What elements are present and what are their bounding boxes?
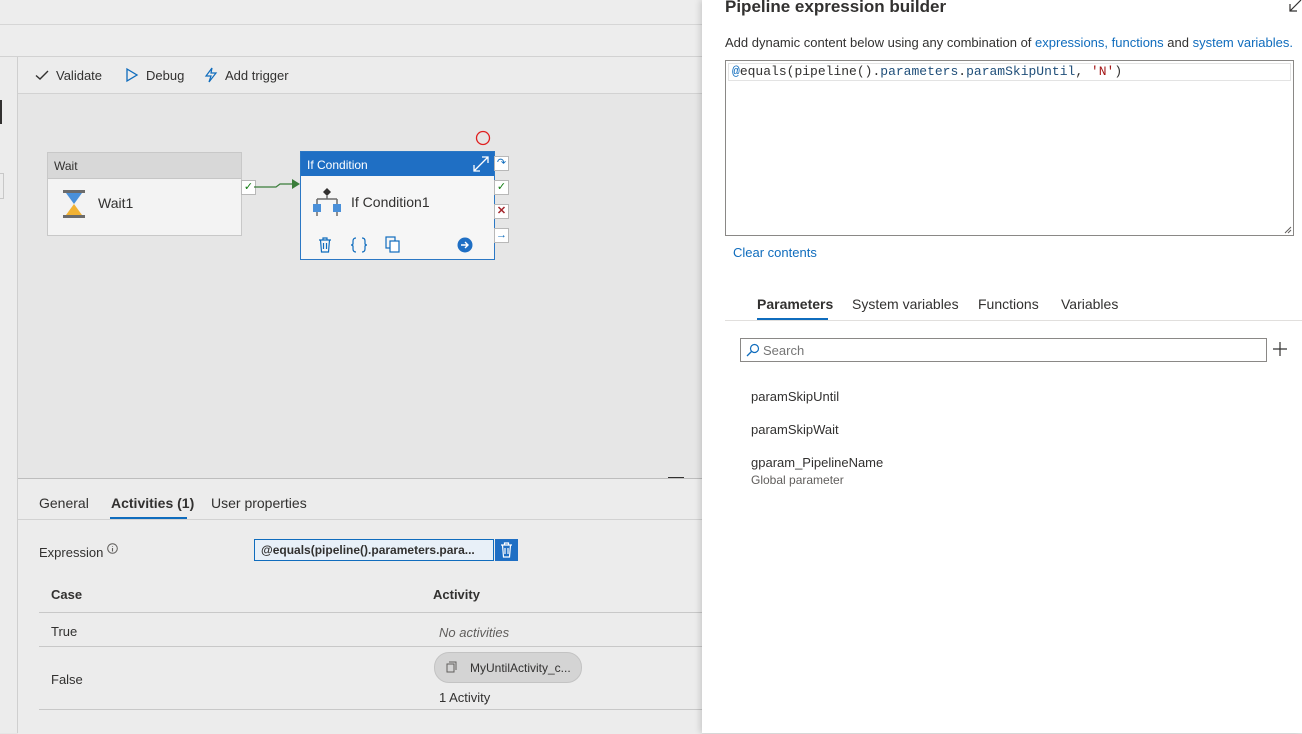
- no-activities-text: No activities: [439, 625, 510, 640]
- parameter-name[interactable]: paramSkipWait: [751, 422, 839, 437]
- parameter-name[interactable]: gparam_PipelineName: [751, 455, 883, 470]
- delete-icon[interactable]: [318, 237, 332, 253]
- if-condition-icon: [313, 188, 341, 216]
- expr-dot: .: [958, 64, 967, 79]
- expr-call: ().: [856, 64, 881, 79]
- add-trigger-button[interactable]: Add trigger: [203, 67, 289, 83]
- activity-name: Wait1: [98, 195, 134, 211]
- delete-expression-button[interactable]: [495, 539, 518, 561]
- properties-panel: General Activities (1) User properties E…: [18, 478, 702, 734]
- case-value: False: [51, 672, 83, 687]
- panel-description: Add dynamic content below using any comb…: [725, 35, 1293, 50]
- activity-icon: [446, 661, 457, 673]
- pipeline-toolbar: Validate Debug Add trigger: [18, 57, 702, 94]
- expressions-functions-link[interactable]: expressions, functions: [1035, 35, 1164, 50]
- system-variables-link[interactable]: system variables: [1193, 35, 1290, 50]
- search-box[interactable]: [740, 338, 1267, 362]
- debug-label: Debug: [146, 67, 185, 83]
- expression-field[interactable]: @equals(pipeline().parameters.para...: [254, 539, 494, 561]
- expr-param-name: paramSkipUntil: [966, 64, 1076, 79]
- tab-general[interactable]: General: [39, 495, 89, 511]
- delete-icon: [501, 542, 512, 558]
- activity-header: If Condition: [301, 152, 494, 176]
- rail-indicator: [0, 100, 2, 124]
- parameter-subtitle: Global parameter: [751, 473, 844, 487]
- expand-icon[interactable]: [472, 155, 490, 173]
- validate-button[interactable]: Validate: [34, 67, 102, 83]
- description-period: .: [1289, 35, 1294, 50]
- activity-header: Wait: [48, 153, 241, 179]
- expression-label: Expression: [39, 545, 104, 560]
- expr-parameters: parameters: [880, 64, 959, 79]
- arrow-circle-icon[interactable]: [457, 237, 473, 253]
- clear-contents-link[interactable]: Clear contents: [733, 245, 817, 260]
- tab-divider: [18, 519, 702, 520]
- description-text: Add dynamic content below using any comb…: [725, 35, 1036, 50]
- add-trigger-label: Add trigger: [225, 67, 289, 83]
- activity-name: If Condition1: [351, 194, 430, 210]
- description-and: and: [1163, 35, 1193, 50]
- tab-variables[interactable]: Variables: [1061, 296, 1118, 312]
- code-braces-icon[interactable]: [351, 237, 367, 253]
- success-port[interactable]: ✓: [494, 180, 509, 195]
- collapse-icon[interactable]: [1288, 0, 1302, 13]
- if-condition-activity[interactable]: If Condition If Condition1: [300, 151, 495, 260]
- tab-parameters[interactable]: Parameters: [757, 296, 833, 312]
- play-icon: [126, 67, 139, 83]
- rail-handle[interactable]: [0, 173, 4, 199]
- activity-chip[interactable]: MyUntilActivity_c...: [434, 652, 582, 683]
- expr-close-paren: ): [1114, 64, 1123, 79]
- expr-at: @: [732, 64, 740, 79]
- column-header-case: Case: [51, 587, 83, 602]
- case-value: True: [51, 624, 78, 639]
- expr-function: equals: [739, 64, 787, 79]
- expression-editor[interactable]: @equals(pipeline().parameters.paramSkipU…: [725, 60, 1294, 236]
- debug-button[interactable]: Debug: [124, 67, 184, 83]
- search-input[interactable]: [763, 341, 1253, 359]
- row-divider: [39, 612, 702, 613]
- breakpoint-icon[interactable]: [475, 130, 491, 146]
- failure-port[interactable]: ✕: [494, 204, 509, 219]
- tab-strip: [0, 25, 702, 57]
- row-divider: [39, 709, 702, 710]
- expr-comma: ,: [1075, 64, 1091, 79]
- completion-port[interactable]: →: [494, 228, 509, 243]
- add-icon[interactable]: [1272, 341, 1288, 357]
- tab-divider: [725, 320, 1302, 321]
- expr-string: 'N': [1090, 64, 1115, 79]
- resize-grip-icon[interactable]: [1284, 226, 1292, 234]
- top-bar: [0, 0, 702, 25]
- row-divider: [39, 646, 702, 647]
- tab-functions[interactable]: Functions: [978, 296, 1039, 312]
- activity-count: 1 Activity: [439, 690, 491, 705]
- tab-user-properties[interactable]: User properties: [211, 495, 307, 511]
- info-icon[interactable]: [107, 543, 118, 554]
- search-icon: [746, 343, 760, 357]
- parameter-name[interactable]: paramSkipUntil: [751, 389, 839, 404]
- trigger-icon: [204, 67, 218, 83]
- activity-type-label: Wait: [54, 159, 78, 173]
- skip-port[interactable]: ↷: [494, 156, 509, 171]
- expression-builder-panel: Pipeline expression builder Add dynamic …: [702, 0, 1302, 733]
- tab-activities[interactable]: Activities (1): [111, 495, 194, 511]
- activity-chip-label: MyUntilActivity_c...: [470, 661, 571, 675]
- expression-line[interactable]: @equals(pipeline().parameters.paramSkipU…: [728, 63, 1291, 81]
- wait-activity[interactable]: Wait Wait1: [47, 152, 242, 236]
- panel-title: Pipeline expression builder: [725, 0, 947, 16]
- connector-arrow: [254, 179, 300, 189]
- expression-value: @equals(pipeline().parameters.para...: [261, 543, 475, 557]
- tab-system-variables[interactable]: System variables: [852, 296, 959, 312]
- validate-label: Validate: [56, 67, 103, 83]
- hourglass-icon: [63, 190, 85, 218]
- column-header-activity: Activity: [433, 587, 480, 602]
- copy-icon[interactable]: [385, 236, 401, 253]
- activity-type-label: If Condition: [307, 158, 368, 172]
- expr-pipeline: pipeline: [794, 64, 857, 79]
- left-rail: [0, 57, 18, 733]
- checkmark-icon: [35, 70, 49, 80]
